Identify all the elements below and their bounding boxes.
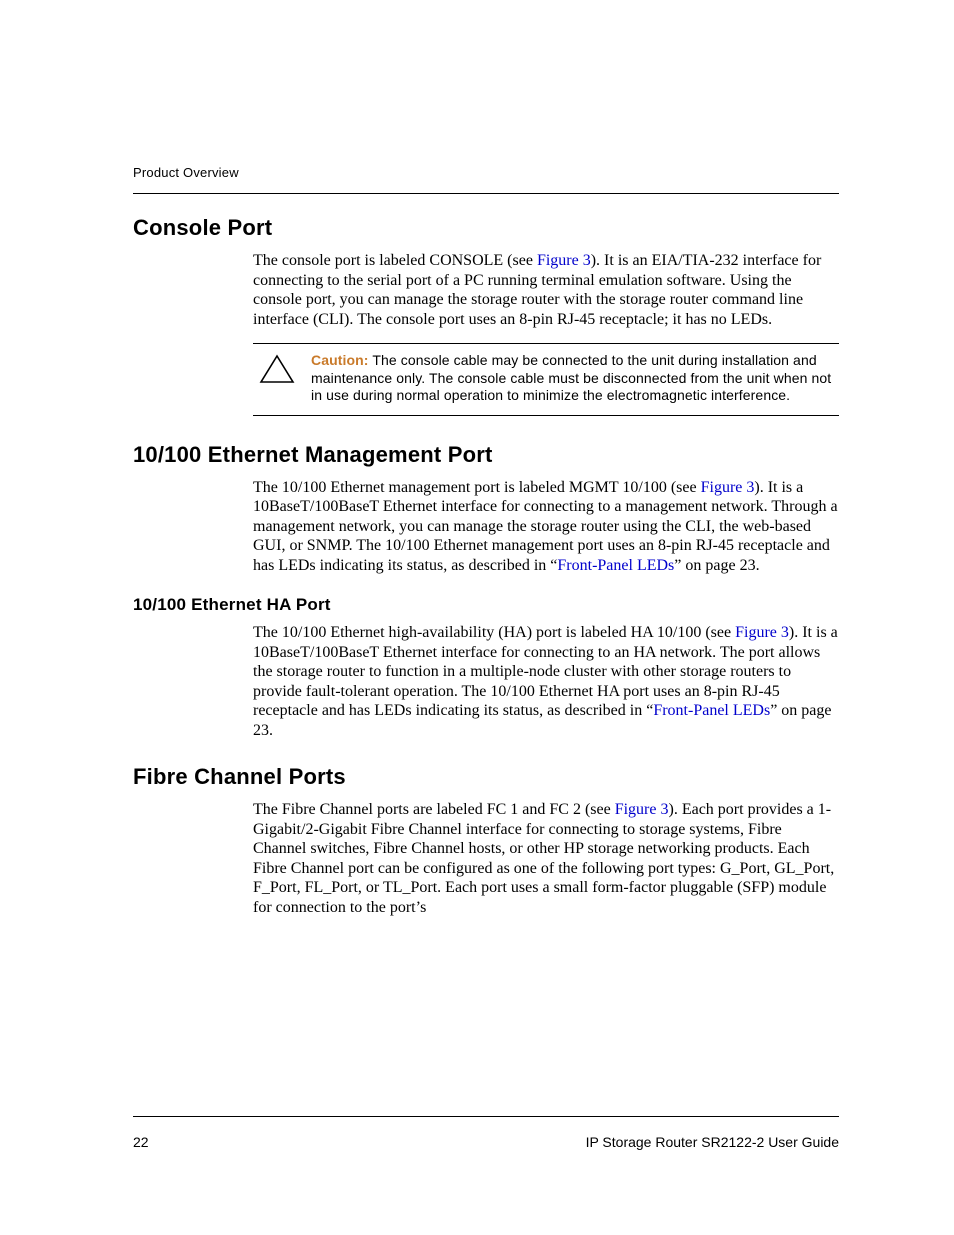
heading-fc-ports: Fibre Channel Ports bbox=[133, 764, 839, 790]
text: The 10/100 Ethernet high-availability (H… bbox=[253, 624, 735, 641]
link-figure-3[interactable]: Figure 3 bbox=[537, 252, 591, 269]
document-page: Product Overview Console Port The consol… bbox=[0, 0, 954, 1235]
callout-text: Caution: The console cable may be connec… bbox=[311, 352, 833, 405]
heading-mgmt-port: 10/100 Ethernet Management Port bbox=[133, 442, 839, 468]
para-ha-port: The 10/100 Ethernet high-availability (H… bbox=[253, 623, 839, 740]
link-front-panel-leds[interactable]: Front-Panel LEDs bbox=[557, 557, 674, 574]
link-figure-3[interactable]: Figure 3 bbox=[735, 624, 789, 641]
header-rule bbox=[133, 193, 839, 194]
text: The console port is labeled CONSOLE (see bbox=[253, 252, 537, 269]
footer-rule bbox=[133, 1116, 839, 1117]
link-figure-3[interactable]: Figure 3 bbox=[615, 801, 669, 818]
link-figure-3[interactable]: Figure 3 bbox=[701, 479, 755, 496]
heading-console-port: Console Port bbox=[133, 215, 839, 241]
text: ” on page 23. bbox=[674, 557, 759, 574]
callout-row: Caution: The console cable may be connec… bbox=[259, 352, 833, 405]
running-header: Product Overview bbox=[133, 165, 839, 180]
page-number: 22 bbox=[133, 1134, 149, 1150]
doc-title-footer: IP Storage Router SR2122-2 User Guide bbox=[586, 1134, 839, 1150]
content-area: Console Port The console port is labeled… bbox=[133, 215, 839, 931]
text: The Fibre Channel ports are labeled FC 1… bbox=[253, 801, 615, 818]
para-mgmt-port: The 10/100 Ethernet management port is l… bbox=[253, 478, 839, 576]
caution-icon bbox=[259, 354, 295, 384]
text: The 10/100 Ethernet management port is l… bbox=[253, 479, 701, 496]
link-front-panel-leds[interactable]: Front-Panel LEDs bbox=[653, 702, 770, 719]
caution-body: The console cable may be connected to th… bbox=[311, 352, 831, 403]
para-console-port: The console port is labeled CONSOLE (see… bbox=[253, 251, 839, 329]
text: ). Each port provides a 1-Gigabit/2-Giga… bbox=[253, 801, 834, 916]
heading-ha-port: 10/100 Ethernet HA Port bbox=[133, 595, 839, 615]
para-fc-ports: The Fibre Channel ports are labeled FC 1… bbox=[253, 800, 839, 917]
caution-label: Caution: bbox=[311, 352, 369, 368]
section-title: Product Overview bbox=[133, 165, 239, 180]
callout-caution: Caution: The console cable may be connec… bbox=[253, 343, 839, 416]
